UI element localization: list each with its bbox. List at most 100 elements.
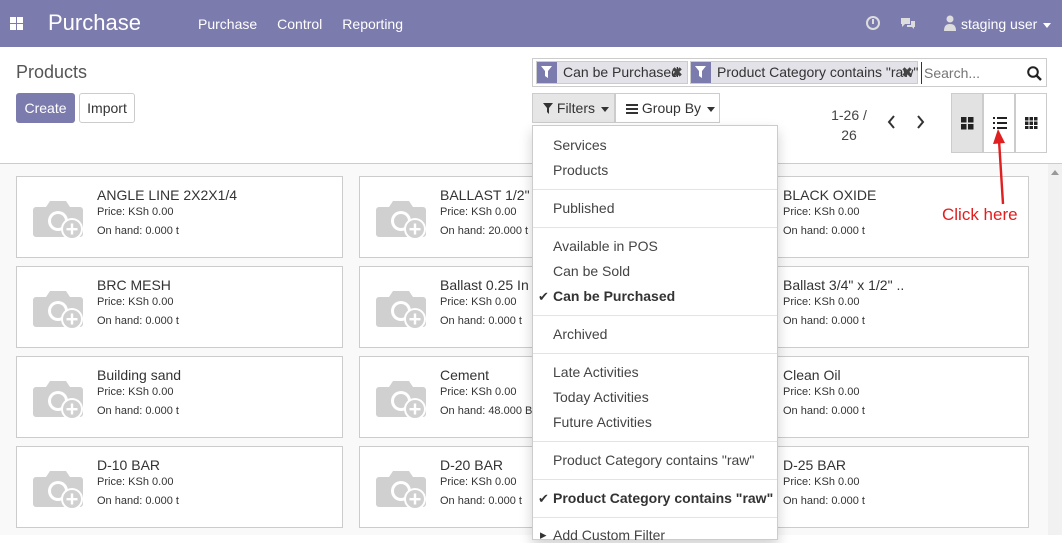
camera-placeholder-icon	[32, 465, 86, 511]
pager-value[interactable]: 1-26 /26	[826, 105, 872, 145]
check-icon: ✔	[538, 491, 549, 506]
pivot-view-button[interactable]	[1015, 93, 1047, 153]
chat-icon[interactable]	[900, 17, 916, 29]
product-price: Price: KSh 0.00	[783, 296, 860, 308]
product-name: Cement	[440, 367, 490, 383]
menu-divider	[533, 315, 777, 316]
user-menu[interactable]: staging user	[961, 16, 1052, 32]
product-price: Price: KSh 0.00	[440, 476, 517, 488]
product-on-hand: On hand: 0.000 t	[97, 315, 179, 327]
activity-clock-icon[interactable]	[866, 16, 880, 30]
filter-menu-item[interactable]: Can be Purchased	[553, 288, 675, 304]
product-name: D-25 BAR	[783, 457, 847, 473]
product-name: Clean Oil	[783, 367, 841, 383]
filter-menu-item[interactable]: Available in POS	[553, 238, 658, 254]
user-avatar-icon[interactable]	[944, 15, 956, 31]
filter-menu-item[interactable]: Product Category contains "raw"	[553, 452, 754, 468]
top-navbar: Purchase Purchase Control Reporting stag…	[0, 0, 1062, 47]
menu-divider	[533, 479, 777, 480]
menu-divider	[533, 353, 777, 354]
product-name: BLACK OXIDE	[783, 187, 877, 203]
menu-divider	[533, 517, 777, 518]
filter-menu-item[interactable]: Services	[553, 137, 607, 153]
group-by-button[interactable]: Group By	[615, 93, 720, 123]
product-on-hand: On hand: 48.000 B	[440, 405, 533, 417]
product-card[interactable]: D-10 BAR Price: KSh 0.00 On hand: 0.000 t	[16, 446, 343, 528]
app-brand: Purchase	[48, 10, 141, 35]
menu-item-control[interactable]: Control	[277, 16, 322, 32]
product-on-hand: On hand: 0.000 t	[97, 495, 179, 507]
filter-icon	[537, 62, 557, 83]
apps-menu-icon[interactable]	[10, 17, 23, 30]
filter-menu-item[interactable]: Archived	[553, 326, 607, 342]
chevron-right-icon[interactable]	[912, 113, 928, 131]
page-title: Products	[16, 62, 88, 82]
kanban-icon	[961, 117, 974, 130]
import-button[interactable]: Import	[79, 93, 135, 123]
product-price: Price: KSh 0.00	[440, 296, 517, 308]
product-name: Building sand	[97, 367, 182, 383]
product-on-hand: On hand: 20.000 t	[440, 225, 529, 237]
group-by-label: Group By	[641, 100, 702, 116]
filters-button[interactable]: Filters	[532, 93, 615, 123]
remove-facet-icon[interactable]: ✖	[671, 62, 683, 83]
remove-facet-icon[interactable]: ✖	[901, 62, 913, 83]
caret-down-icon	[707, 106, 716, 112]
annotation-text: Click here	[942, 205, 1018, 224]
search-input[interactable]	[921, 62, 1021, 84]
camera-placeholder-icon	[375, 465, 429, 511]
kanban-view-button[interactable]	[951, 93, 983, 153]
menu-divider	[533, 441, 777, 442]
menu-item-reporting[interactable]: Reporting	[342, 16, 403, 32]
filter-menu-item[interactable]: Can be Sold	[553, 263, 630, 279]
search-icon[interactable]	[1027, 66, 1042, 81]
filter-menu-item[interactable]: Late Activities	[553, 364, 639, 380]
filters-dropdown-menu: Services Products Published Available in PO…	[532, 125, 778, 543]
control-panel: Products Create Import Can be Purchased …	[0, 47, 1062, 164]
filter-menu-item[interactable]: Product Category contains "raw"	[553, 490, 773, 506]
filter-menu-item[interactable]: Published	[553, 200, 615, 216]
scroll-up-icon[interactable]	[1051, 170, 1059, 175]
product-price: Price: KSh 0.00	[783, 206, 860, 218]
product-on-hand: On hand: 0.000 t	[783, 225, 865, 237]
filter-icon	[691, 62, 711, 83]
filter-menu-item[interactable]: Add Custom Filter	[553, 527, 665, 543]
scrollbar[interactable]	[1048, 164, 1062, 535]
caret-right-icon: ▸	[540, 527, 547, 542]
product-on-hand: On hand: 0.000 t	[783, 405, 865, 417]
menu-divider	[533, 189, 777, 190]
product-on-hand: On hand: 0.000 t	[97, 225, 179, 237]
facet-label: Can be Purchased	[563, 64, 679, 80]
bars-icon	[626, 104, 638, 114]
menu-item-purchase[interactable]: Purchase	[198, 16, 257, 32]
product-name: ANGLE LINE 2X2X1/4	[97, 187, 238, 203]
search-bar: Can be Purchased ✖ Product Category cont…	[532, 58, 1047, 87]
product-on-hand: On hand: 0.000 t	[440, 315, 522, 327]
search-facet-product-category[interactable]: Product Category contains "raw" ✖	[690, 61, 918, 84]
product-name: D-10 BAR	[97, 457, 161, 473]
product-on-hand: On hand: 0.000 t	[783, 315, 865, 327]
filter-menu-item[interactable]: Future Activities	[553, 414, 652, 430]
product-name: BALLAST 1/2"	[440, 187, 530, 203]
product-price: Price: KSh 0.00	[440, 386, 517, 398]
filter-menu-item[interactable]: Products	[553, 162, 608, 178]
camera-placeholder-icon	[32, 375, 86, 421]
product-card[interactable]: Building sand Price: KSh 0.00 On hand: 0.0…	[16, 356, 343, 438]
product-card[interactable]: BRC MESH Price: KSh 0.00 On hand: 0.000 t	[16, 266, 343, 348]
grid-icon	[1025, 117, 1038, 129]
product-price: Price: KSh 0.00	[440, 206, 517, 218]
create-button[interactable]: Create	[16, 93, 75, 123]
camera-placeholder-icon	[375, 375, 429, 421]
chevron-left-icon[interactable]	[884, 113, 900, 131]
product-card[interactable]: ANGLE LINE 2X2X1/4 Price: KSh 0.00 On hand…	[16, 176, 343, 258]
check-icon: ✔	[538, 289, 549, 304]
product-on-hand: On hand: 0.000 t	[783, 495, 865, 507]
filter-menu-item[interactable]: Today Activities	[553, 389, 649, 405]
search-facet-can-be-purchased[interactable]: Can be Purchased ✖	[536, 61, 688, 84]
product-on-hand: On hand: 0.000 t	[97, 405, 179, 417]
product-price: Price: KSh 0.00	[97, 386, 174, 398]
caret-down-icon	[601, 106, 610, 112]
facet-label: Product Category contains "raw"	[717, 64, 919, 80]
product-price: Price: KSh 0.00	[97, 296, 174, 308]
filter-icon	[543, 103, 553, 114]
